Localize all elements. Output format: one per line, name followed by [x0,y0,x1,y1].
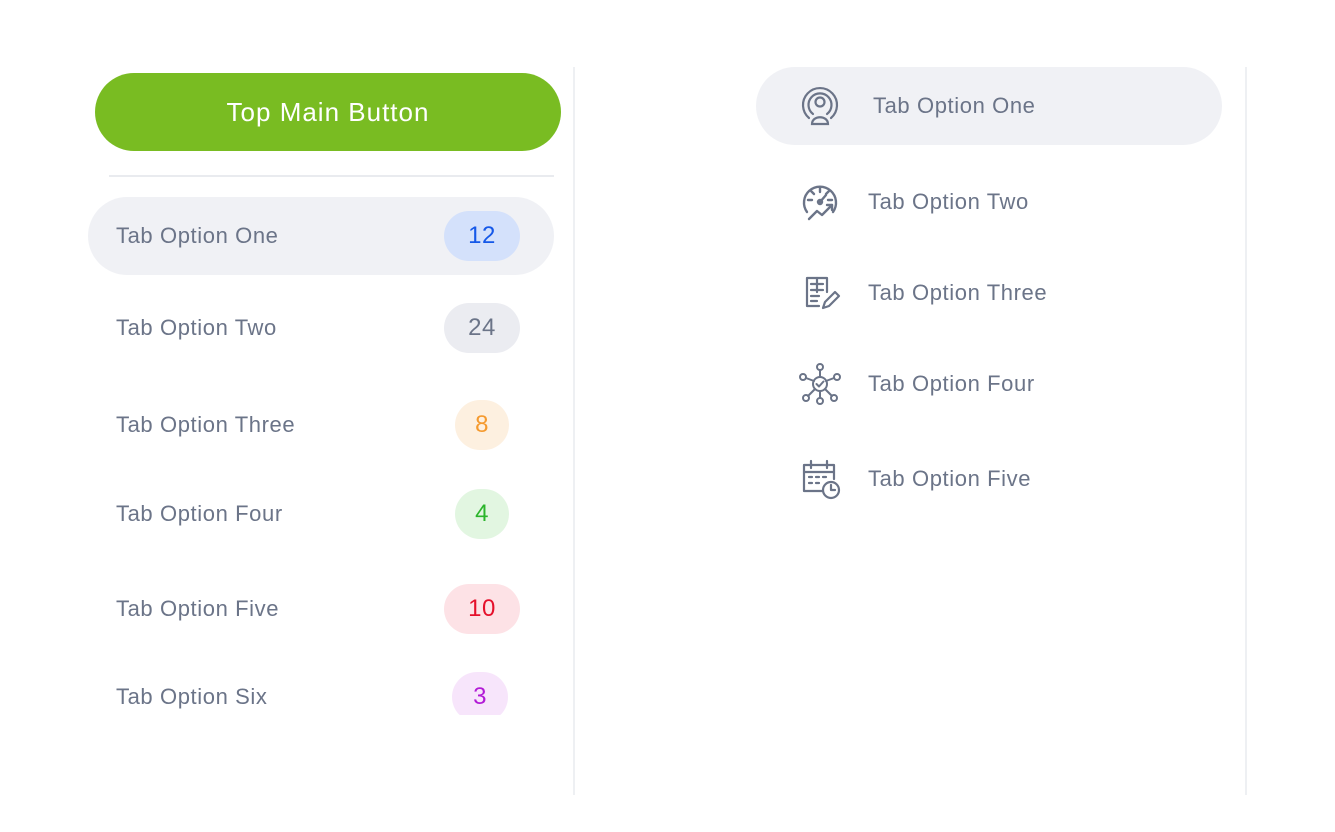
broadcast-user-icon [798,84,842,128]
tab-label: Tab Option Five [868,466,1032,491]
right-tab-four[interactable]: Tab Option Four [756,345,1222,423]
horizontal-divider [109,175,554,177]
right-tab-five[interactable]: Tab Option Five [756,440,1222,518]
count-badge: 10 [444,584,520,634]
speedometer-chart-icon [798,180,842,224]
left-tab-six[interactable]: Tab Option Six 3 [88,658,554,715]
left-tab-five[interactable]: Tab Option Five 10 [88,570,554,648]
calendar-clock-icon [798,457,842,501]
tab-label: Tab Option Two [116,315,277,340]
right-tab-one[interactable]: Tab Option One [756,67,1222,145]
tab-label: Tab Option Three [116,412,296,437]
tab-label: Tab Option Five [116,596,280,621]
tab-label: Tab Option One [873,93,1036,118]
count-badge: 3 [452,672,508,715]
column-divider-left [573,67,575,795]
count-badge: 4 [455,489,509,539]
edit-document-icon [798,271,842,315]
left-tab-one[interactable]: Tab Option One 12 [88,197,554,275]
tab-label: Tab Option Four [116,501,283,526]
tab-label: Tab Option Two [868,189,1029,214]
left-tab-list: Tab Option One 12 Tab Option Two 24 Tab … [88,197,554,715]
tab-label: Tab Option Six [116,684,268,709]
right-tab-three[interactable]: Tab Option Three [756,254,1222,332]
tab-label: Tab Option Four [868,371,1035,396]
top-main-button[interactable]: Top Main Button [95,73,561,151]
left-tab-three[interactable]: Tab Option Three 8 [88,386,554,464]
left-tab-four[interactable]: Tab Option Four 4 [88,475,554,553]
column-divider-right [1245,67,1247,795]
count-badge: 24 [444,303,520,353]
tab-label: Tab Option Three [868,280,1048,305]
tab-label: Tab Option One [116,223,279,248]
left-tab-two[interactable]: Tab Option Two 24 [88,289,554,367]
right-tab-two[interactable]: Tab Option Two [756,163,1222,241]
count-badge: 12 [444,211,520,261]
network-hub-icon [798,362,842,406]
count-badge: 8 [455,400,509,450]
